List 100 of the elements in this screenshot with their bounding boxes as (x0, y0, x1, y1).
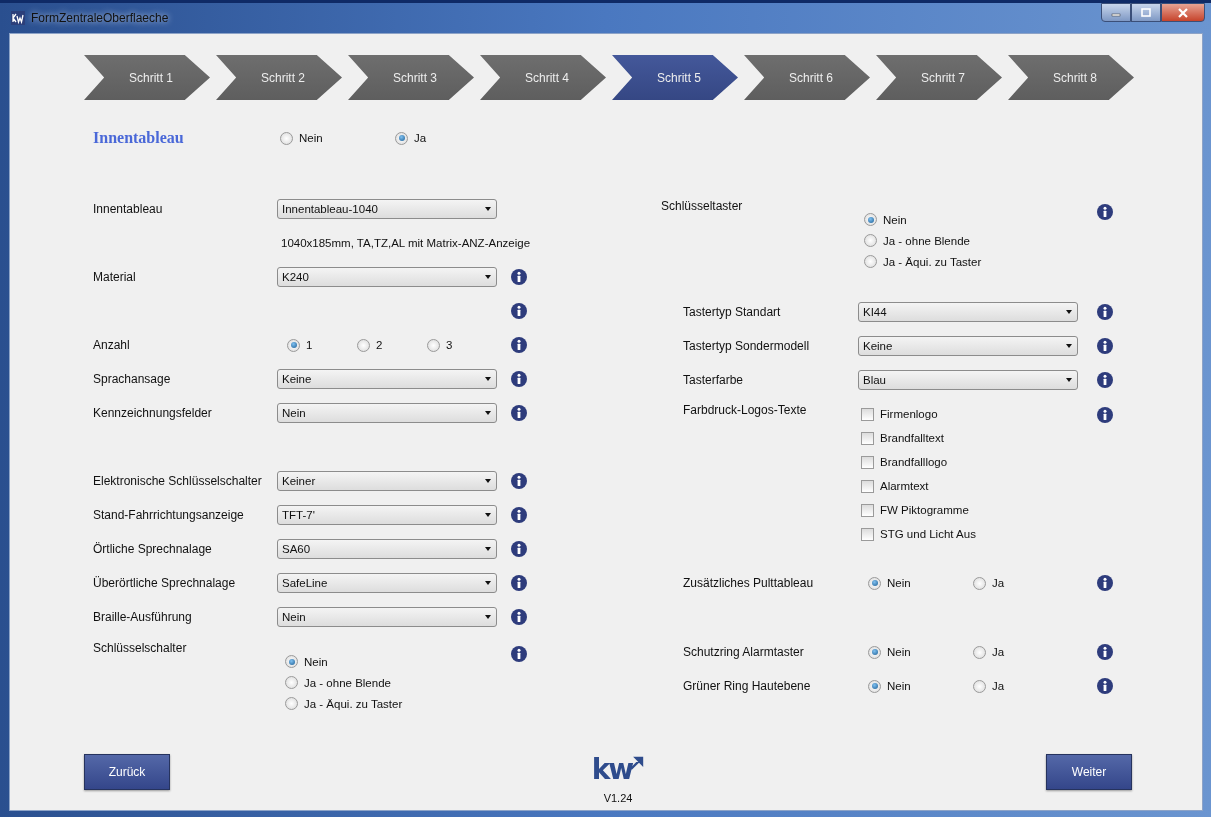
radio-option[interactable]: Ja (973, 576, 1078, 590)
checkbox-option[interactable]: FW Piktogramme (861, 498, 1078, 522)
radio-option[interactable]: 1 (287, 338, 357, 352)
step-tab[interactable]: Schritt 8 (1008, 55, 1134, 100)
radio-button[interactable] (287, 338, 300, 352)
description-text: 1040x185mm, TA,TZ,AL mit Matrix-ANZ-Anzeige (281, 237, 531, 249)
dropdown[interactable]: Nein (277, 607, 497, 627)
checkbox-option[interactable]: Alarmtext (861, 474, 1078, 498)
radio-option[interactable]: Nein (868, 576, 973, 590)
radio-button[interactable] (864, 255, 877, 268)
caret-icon (1066, 310, 1072, 314)
radio-button[interactable] (427, 338, 440, 352)
radio-option[interactable]: Ja - ohne Blende (285, 672, 497, 693)
radio-button[interactable] (285, 676, 298, 689)
caret-icon (1066, 378, 1072, 382)
radio-option[interactable]: Ja - Äqui. zu Taster (864, 251, 1078, 272)
info-icon[interactable] (1097, 338, 1113, 354)
radio-option[interactable]: Ja (973, 645, 1078, 659)
radio-option[interactable]: Nein (868, 645, 973, 659)
info-icon[interactable] (511, 337, 527, 353)
radio-label: Nein (887, 577, 911, 589)
info-icon[interactable] (1097, 304, 1113, 320)
info-icon[interactable] (511, 405, 527, 421)
radio-option[interactable]: Nein (868, 679, 973, 693)
dropdown[interactable]: Keiner (277, 471, 497, 491)
radio-button[interactable] (973, 679, 986, 693)
radio-button[interactable] (868, 679, 881, 693)
back-button[interactable]: Zurück (84, 754, 170, 790)
dropdown[interactable]: Keine (277, 369, 497, 389)
radio-option[interactable]: Nein (280, 131, 395, 145)
radio-button[interactable] (864, 234, 877, 247)
radio-option[interactable]: Ja - Äqui. zu Taster (285, 693, 497, 714)
step-tab[interactable]: Schritt 3 (348, 55, 474, 100)
info-icon[interactable] (511, 646, 527, 662)
dropdown[interactable]: KI44 (858, 302, 1078, 322)
radio-label: Nein (887, 646, 911, 658)
field-label: Überörtliche Sprechnalage (93, 576, 237, 590)
info-icon[interactable] (1097, 575, 1113, 591)
radio-button[interactable] (973, 576, 986, 590)
radio-button[interactable] (973, 645, 986, 659)
radio-button[interactable] (868, 576, 881, 590)
checkbox-option[interactable]: STG und Licht Aus (861, 522, 1078, 546)
radio-button[interactable] (395, 131, 408, 145)
info-icon[interactable] (511, 609, 527, 625)
radio-option[interactable]: Ja (973, 679, 1078, 693)
step-tab[interactable]: Schritt 1 (84, 55, 210, 100)
dropdown[interactable]: Keine (858, 336, 1078, 356)
checkbox[interactable] (861, 479, 874, 493)
radio-option[interactable]: 3 (427, 338, 497, 352)
checkbox-option[interactable]: Brandfalllogo (861, 450, 1078, 474)
minimize-button[interactable] (1101, 3, 1131, 22)
checkbox[interactable] (861, 431, 874, 445)
radio-option[interactable]: 2 (357, 338, 427, 352)
checkbox[interactable] (861, 527, 874, 541)
checkbox[interactable] (861, 455, 874, 469)
radio-button[interactable] (868, 645, 881, 659)
info-icon[interactable] (511, 541, 527, 557)
radio-button[interactable] (864, 213, 877, 226)
radio-label: Ja (992, 680, 1005, 692)
dropdown[interactable]: TFT-7' (277, 505, 497, 525)
info-icon[interactable] (511, 269, 527, 285)
dropdown[interactable]: Innentableau-1040 (277, 199, 497, 219)
dropdown[interactable]: Blau (858, 370, 1078, 390)
step-tab[interactable]: Schritt 6 (744, 55, 870, 100)
close-button[interactable] (1161, 3, 1205, 22)
dropdown[interactable]: Nein (277, 403, 497, 423)
field-label: Tastertyp Sondermodell (683, 339, 811, 353)
dropdown[interactable]: K240 (277, 267, 497, 287)
info-icon[interactable] (511, 371, 527, 387)
checkbox[interactable] (861, 407, 874, 421)
info-icon[interactable] (1097, 372, 1113, 388)
logo-text: kw (591, 754, 633, 786)
info-icon[interactable] (1097, 644, 1113, 660)
checkbox-option[interactable]: Firmenlogo (861, 402, 1078, 426)
checkbox-option[interactable]: Brandfalltext (861, 426, 1078, 450)
step-tab[interactable]: Schritt 5 (612, 55, 738, 100)
info-icon[interactable] (1097, 407, 1113, 423)
step-tab[interactable]: Schritt 4 (480, 55, 606, 100)
radio-option[interactable]: Nein (864, 209, 1078, 230)
radio-option[interactable]: Ja - ohne Blende (864, 230, 1078, 251)
next-button[interactable]: Weiter (1046, 754, 1132, 790)
info-icon[interactable] (1097, 204, 1113, 220)
step-tab[interactable]: Schritt 7 (876, 55, 1002, 100)
maximize-button[interactable] (1131, 3, 1161, 22)
radio-button[interactable] (285, 655, 298, 668)
radio-option[interactable]: Nein (285, 651, 497, 672)
radio-option[interactable]: Ja (395, 131, 510, 145)
info-icon[interactable] (511, 575, 527, 591)
checkbox[interactable] (861, 503, 874, 517)
radio-button[interactable] (280, 131, 293, 145)
info-icon[interactable] (511, 507, 527, 523)
dropdown[interactable]: SA60 (277, 539, 497, 559)
radio-button[interactable] (285, 697, 298, 710)
info-icon[interactable] (511, 303, 527, 319)
dropdown[interactable]: SafeLine (277, 573, 497, 593)
info-icon[interactable] (511, 473, 527, 489)
step-tab[interactable]: Schritt 2 (216, 55, 342, 100)
info-icon[interactable] (1097, 678, 1113, 694)
caret-icon (485, 207, 491, 211)
radio-button[interactable] (357, 338, 370, 352)
